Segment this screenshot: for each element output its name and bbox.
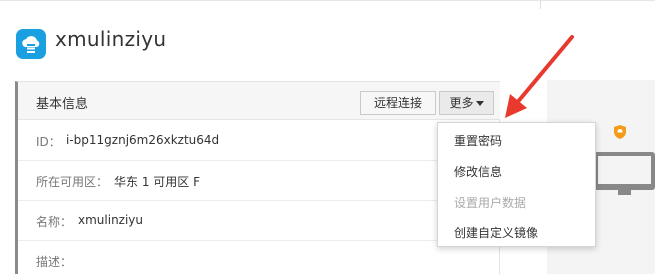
row-label: ID： bbox=[36, 135, 61, 149]
more-dropdown-menu: 重置密码 修改信息 设置用户数据 创建自定义镜像 bbox=[437, 122, 596, 247]
info-row-id: ID： i-bp11gznj6m26xkztu64d bbox=[18, 121, 500, 161]
row-label: 所在可用区： bbox=[36, 175, 109, 189]
row-label: 描述： bbox=[36, 255, 73, 269]
divider bbox=[540, 1, 541, 9]
page-header: xmulinziyu bbox=[0, 0, 655, 73]
monitor-icon bbox=[594, 152, 655, 195]
info-row-zone: 所在可用区： 华东 1 可用区 F bbox=[18, 161, 500, 201]
more-button-label: 更多 bbox=[449, 96, 474, 110]
info-row-name: 名称： xmulinziyu bbox=[18, 201, 500, 241]
basic-info-panel: 基本信息 远程连接 更多 ID： i-bp11gznj6m26xkztu64d … bbox=[15, 81, 500, 274]
menu-item-set-user-data: 设置用户数据 bbox=[454, 196, 527, 210]
remote-connect-button[interactable]: 远程连接 bbox=[360, 91, 436, 115]
panel-title: 基本信息 bbox=[36, 97, 89, 112]
shield-badge-icon bbox=[614, 125, 626, 139]
menu-item-create-custom-image[interactable]: 创建自定义镜像 bbox=[454, 224, 538, 241]
menu-item-modify-info[interactable]: 修改信息 bbox=[454, 163, 502, 180]
row-value: xmulinziyu bbox=[78, 213, 144, 227]
menu-item-reset-password[interactable]: 重置密码 bbox=[454, 132, 502, 149]
row-label: 名称： bbox=[36, 215, 73, 229]
instance-detail-page: xmulinziyu 基本信息 远程连接 更多 ID： i-bp11gznj6m… bbox=[0, 0, 655, 274]
caret-down-icon bbox=[475, 101, 484, 106]
cloud-server-icon bbox=[16, 29, 46, 59]
panel-header: 基本信息 远程连接 更多 bbox=[18, 82, 500, 120]
more-button[interactable]: 更多 bbox=[439, 91, 494, 115]
info-row-description: 描述： bbox=[18, 241, 500, 274]
row-value: i-bp11gznj6m26xkztu64d bbox=[66, 133, 220, 147]
row-value: 华东 1 可用区 F bbox=[114, 175, 200, 189]
page-title: xmulinziyu bbox=[55, 27, 167, 51]
